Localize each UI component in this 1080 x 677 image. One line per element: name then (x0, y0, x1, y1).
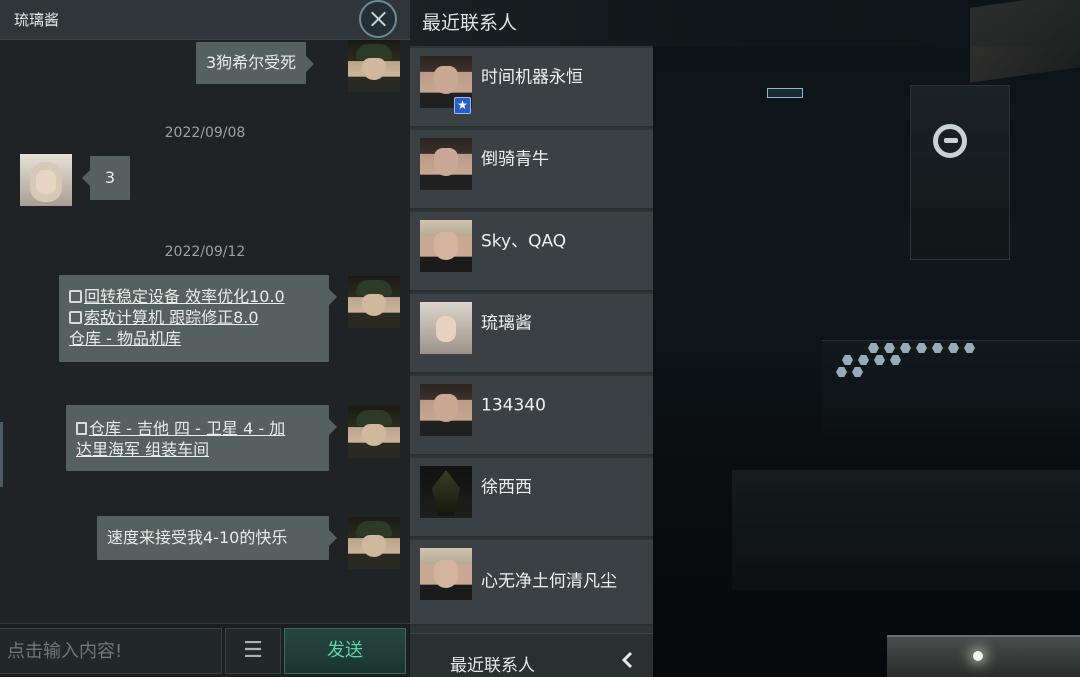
my-avatar[interactable] (348, 276, 400, 328)
contact-avatar[interactable] (20, 154, 72, 206)
contact-avatar (420, 138, 472, 190)
station-sign (767, 88, 803, 98)
contact-list[interactable]: ★ 时间机器永恒 倒骑青牛 Sky、QAQ 琉璃酱 134340 徐西西 心无净… (410, 46, 653, 677)
contact-avatar (420, 548, 472, 600)
contacts-footer[interactable]: 最近联系人 (410, 633, 653, 677)
item-link[interactable]: 回转稳定设备 效率优化10.0 (69, 286, 319, 307)
station-platform (822, 340, 1080, 435)
my-avatar[interactable] (348, 40, 400, 92)
station-tower (910, 85, 1010, 260)
location-link[interactable]: 仓库 - 物品机库 (69, 328, 319, 349)
contact-avatar (420, 384, 472, 436)
star-badge-icon: ★ (454, 97, 471, 114)
contact-avatar (420, 220, 472, 272)
item-cube-icon (69, 311, 82, 324)
contacts-header: 最近联系人 (410, 0, 1080, 46)
menu-icon[interactable]: ☰ (225, 628, 281, 674)
contact-item[interactable]: 134340 (410, 376, 653, 456)
contact-name: 倒骑青牛 (481, 149, 549, 170)
contact-item[interactable]: 徐西西 (410, 458, 653, 538)
contact-name: 琉璃酱 (481, 313, 532, 334)
date-separator: 2022/09/08 (164, 125, 246, 141)
chat-window: 琉璃酱 3狗希尔受死 2022/09/08 3 2022/09/12 回转稳定设… (0, 0, 410, 677)
contact-name: 心无净土何清凡尘 (481, 571, 617, 592)
console-prop (887, 635, 1080, 677)
message-text: 3 (104, 168, 116, 187)
message-bubble: 回转稳定设备 效率优化10.0 索敌计算机 跟踪修正8.0 仓库 - 物品机库 (59, 275, 337, 362)
message-text: 3狗希尔受死 (206, 53, 297, 72)
lamp-light (973, 651, 983, 661)
chat-header: 琉璃酱 (0, 0, 410, 40)
message-bubble: 仓库 - 吉他 四 - 卫星 4 - 加 达里海军 组装车间 (66, 405, 337, 471)
contact-item[interactable]: ★ 时间机器永恒 (410, 48, 653, 128)
input-bar: ☰ 发送 (0, 623, 410, 677)
date-separator: 2022/09/12 (164, 244, 246, 260)
message-bubble: 3狗希尔受死 (196, 42, 315, 84)
station-background (652, 0, 1080, 677)
contacts-footer-label: 最近联系人 (450, 656, 535, 676)
contact-item[interactable]: 琉璃酱 (410, 294, 653, 374)
contacts-title: 最近联系人 (422, 12, 518, 34)
my-avatar[interactable] (348, 517, 400, 569)
contact-item[interactable]: Sky、QAQ (410, 212, 653, 292)
close-button[interactable] (359, 0, 397, 38)
chat-title: 琉璃酱 (14, 11, 60, 29)
message-list[interactable]: 3狗希尔受死 2022/09/08 3 2022/09/12 回转稳定设备 效率… (0, 40, 410, 623)
location-link[interactable]: 仓库 - 吉他 四 - 卫星 4 - 加 (76, 418, 319, 439)
chevron-left-icon[interactable] (616, 648, 640, 672)
scroll-indicator (0, 422, 3, 487)
message-text: 速度来接受我4-10的快乐 (107, 528, 288, 547)
document-icon (76, 422, 87, 435)
item-link[interactable]: 索敌计算机 跟踪修正8.0 (69, 307, 319, 328)
contact-name: 时间机器永恒 (481, 67, 583, 88)
corporation-logo-icon (933, 124, 967, 158)
my-avatar[interactable] (348, 406, 400, 458)
contact-name: Sky、QAQ (481, 231, 567, 252)
location-link[interactable]: 达里海军 组装车间 (76, 439, 319, 460)
hangar-floor (732, 470, 1080, 590)
message-bubble: 3 (82, 156, 130, 200)
contact-name: 徐西西 (481, 477, 532, 498)
contact-item[interactable]: 倒骑青牛 (410, 130, 653, 210)
message-input[interactable] (0, 628, 222, 674)
contact-name: 134340 (481, 395, 546, 416)
send-button[interactable]: 发送 (284, 628, 406, 674)
item-cube-icon (69, 290, 82, 303)
contact-avatar (420, 466, 472, 518)
contact-item[interactable]: 心无净土何清凡尘 (410, 540, 653, 626)
contact-avatar (420, 302, 472, 354)
message-bubble: 速度来接受我4-10的快乐 (97, 516, 337, 560)
